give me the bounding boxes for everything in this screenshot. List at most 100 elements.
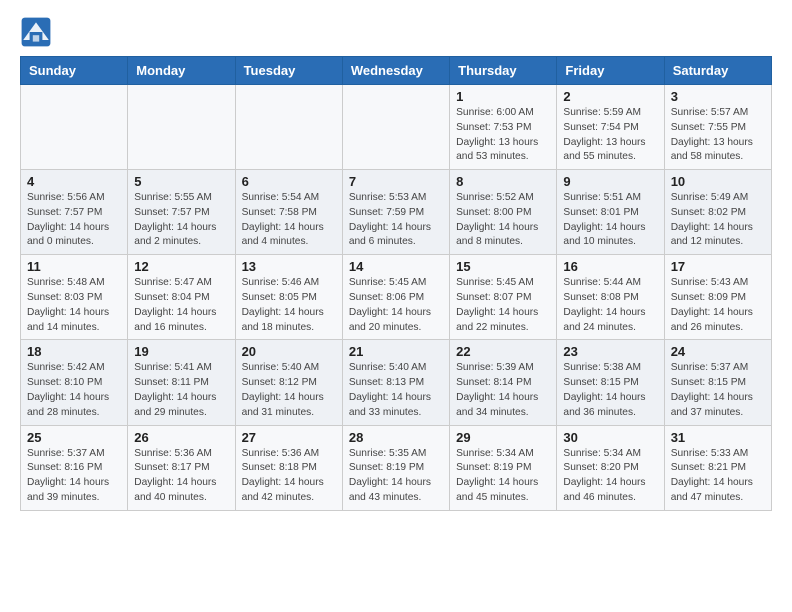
- day-number: 7: [349, 174, 443, 189]
- column-header-sunday: Sunday: [21, 57, 128, 85]
- day-number: 21: [349, 344, 443, 359]
- day-number: 4: [27, 174, 121, 189]
- day-number: 2: [563, 89, 657, 104]
- day-number: 30: [563, 430, 657, 445]
- day-cell: 9Sunrise: 5:51 AM Sunset: 8:01 PM Daylig…: [557, 170, 664, 255]
- day-cell: 6 Sunrise: 5:54 AM Sunset: 7:58 PM Daylig…: [235, 170, 342, 255]
- day-number: 25: [27, 430, 121, 445]
- day-info: Sunrise: 5:54 AM Sunset: 7:58 PM Dayligh…: [242, 191, 336, 250]
- day-cell: 22Sunrise: 5:39 AM Sunset: 8:14 PM Dayli…: [450, 340, 557, 425]
- day-number: 8: [456, 174, 550, 189]
- day-info: Sunrise: 5:36 AM Sunset: 8:17 PM Dayligh…: [134, 447, 228, 506]
- day-info: Sunrise: 5:53 AM Sunset: 7:59 PM Dayligh…: [349, 191, 443, 250]
- day-cell: 5 Sunrise: 5:55 AM Sunset: 7:57 PM Daylig…: [128, 170, 235, 255]
- day-number: 31: [671, 430, 765, 445]
- day-info: Sunrise: 5:43 AM Sunset: 8:09 PM Dayligh…: [671, 276, 765, 335]
- day-info: Sunrise: 5:34 AM Sunset: 8:19 PM Dayligh…: [456, 447, 550, 506]
- day-info: Sunrise: 5:45 AM Sunset: 8:06 PM Dayligh…: [349, 276, 443, 335]
- day-cell: 12 Sunrise: 5:47 AM Sunset: 8:04 PM Dayli…: [128, 255, 235, 340]
- day-cell: 28 Sunrise: 5:35 AM Sunset: 8:19 PM Dayli…: [342, 425, 449, 510]
- day-info: Sunrise: 5:44 AM Sunset: 8:08 PM Dayligh…: [563, 276, 657, 335]
- day-cell: [342, 85, 449, 170]
- column-header-monday: Monday: [128, 57, 235, 85]
- logo: [20, 16, 56, 48]
- day-number: 5: [134, 174, 228, 189]
- day-number: 1: [456, 89, 550, 104]
- day-cell: 20 Sunrise: 5:40 AM Sunset: 8:12 PM Dayli…: [235, 340, 342, 425]
- day-number: 12: [134, 259, 228, 274]
- day-cell: 21 Sunrise: 5:40 AM Sunset: 8:13 PM Dayli…: [342, 340, 449, 425]
- column-header-wednesday: Wednesday: [342, 57, 449, 85]
- day-info: Sunrise: 5:49 AM Sunset: 8:02 PM Dayligh…: [671, 191, 765, 250]
- day-number: 28: [349, 430, 443, 445]
- column-header-tuesday: Tuesday: [235, 57, 342, 85]
- day-info: Sunrise: 5:40 AM Sunset: 8:12 PM Dayligh…: [242, 361, 336, 420]
- day-number: 20: [242, 344, 336, 359]
- day-cell: 19 Sunrise: 5:41 AM Sunset: 8:11 PM Dayli…: [128, 340, 235, 425]
- day-info: Sunrise: 5:37 AM Sunset: 8:16 PM Dayligh…: [27, 447, 121, 506]
- day-number: 11: [27, 259, 121, 274]
- day-number: 24: [671, 344, 765, 359]
- day-cell: [21, 85, 128, 170]
- day-cell: 1Sunrise: 6:00 AM Sunset: 7:53 PM Daylig…: [450, 85, 557, 170]
- day-info: Sunrise: 5:40 AM Sunset: 8:13 PM Dayligh…: [349, 361, 443, 420]
- day-info: Sunrise: 5:52 AM Sunset: 8:00 PM Dayligh…: [456, 191, 550, 250]
- day-info: Sunrise: 5:46 AM Sunset: 8:05 PM Dayligh…: [242, 276, 336, 335]
- day-cell: 16 Sunrise: 5:44 AM Sunset: 8:08 PM Dayli…: [557, 255, 664, 340]
- header: [20, 16, 772, 48]
- day-info: Sunrise: 5:36 AM Sunset: 8:18 PM Dayligh…: [242, 447, 336, 506]
- day-number: 6: [242, 174, 336, 189]
- day-number: 16: [563, 259, 657, 274]
- calendar-header: SundayMondayTuesdayWednesdayThursdayFrid…: [21, 57, 772, 85]
- day-cell: 26Sunrise: 5:36 AM Sunset: 8:17 PM Dayli…: [128, 425, 235, 510]
- day-cell: 29Sunrise: 5:34 AM Sunset: 8:19 PM Dayli…: [450, 425, 557, 510]
- day-number: 18: [27, 344, 121, 359]
- header-row: SundayMondayTuesdayWednesdayThursdayFrid…: [21, 57, 772, 85]
- day-info: Sunrise: 5:41 AM Sunset: 8:11 PM Dayligh…: [134, 361, 228, 420]
- day-cell: 3 Sunrise: 5:57 AM Sunset: 7:55 PM Daylig…: [664, 85, 771, 170]
- day-cell: 2 Sunrise: 5:59 AM Sunset: 7:54 PM Daylig…: [557, 85, 664, 170]
- calendar-table: SundayMondayTuesdayWednesdayThursdayFrid…: [20, 56, 772, 511]
- day-cell: 18Sunrise: 5:42 AM Sunset: 8:10 PM Dayli…: [21, 340, 128, 425]
- day-cell: 14 Sunrise: 5:45 AM Sunset: 8:06 PM Dayli…: [342, 255, 449, 340]
- day-number: 13: [242, 259, 336, 274]
- day-cell: 7 Sunrise: 5:53 AM Sunset: 7:59 PM Daylig…: [342, 170, 449, 255]
- column-header-thursday: Thursday: [450, 57, 557, 85]
- day-info: Sunrise: 5:59 AM Sunset: 7:54 PM Dayligh…: [563, 106, 657, 165]
- day-cell: [235, 85, 342, 170]
- week-row-4: 18Sunrise: 5:42 AM Sunset: 8:10 PM Dayli…: [21, 340, 772, 425]
- day-number: 17: [671, 259, 765, 274]
- day-info: Sunrise: 5:37 AM Sunset: 8:15 PM Dayligh…: [671, 361, 765, 420]
- day-number: 23: [563, 344, 657, 359]
- day-info: Sunrise: 5:56 AM Sunset: 7:57 PM Dayligh…: [27, 191, 121, 250]
- day-info: Sunrise: 5:51 AM Sunset: 8:01 PM Dayligh…: [563, 191, 657, 250]
- day-cell: 30 Sunrise: 5:34 AM Sunset: 8:20 PM Dayli…: [557, 425, 664, 510]
- day-info: Sunrise: 5:47 AM Sunset: 8:04 PM Dayligh…: [134, 276, 228, 335]
- day-cell: 15Sunrise: 5:45 AM Sunset: 8:07 PM Dayli…: [450, 255, 557, 340]
- day-cell: 17 Sunrise: 5:43 AM Sunset: 8:09 PM Dayli…: [664, 255, 771, 340]
- day-cell: 25 Sunrise: 5:37 AM Sunset: 8:16 PM Dayli…: [21, 425, 128, 510]
- day-cell: 11Sunrise: 5:48 AM Sunset: 8:03 PM Dayli…: [21, 255, 128, 340]
- week-row-2: 4 Sunrise: 5:56 AM Sunset: 7:57 PM Daylig…: [21, 170, 772, 255]
- page: SundayMondayTuesdayWednesdayThursdayFrid…: [0, 0, 792, 531]
- day-info: Sunrise: 5:45 AM Sunset: 8:07 PM Dayligh…: [456, 276, 550, 335]
- day-number: 10: [671, 174, 765, 189]
- day-cell: 31 Sunrise: 5:33 AM Sunset: 8:21 PM Dayli…: [664, 425, 771, 510]
- week-row-5: 25 Sunrise: 5:37 AM Sunset: 8:16 PM Dayli…: [21, 425, 772, 510]
- day-info: Sunrise: 5:57 AM Sunset: 7:55 PM Dayligh…: [671, 106, 765, 165]
- day-info: Sunrise: 5:39 AM Sunset: 8:14 PM Dayligh…: [456, 361, 550, 420]
- day-info: Sunrise: 5:34 AM Sunset: 8:20 PM Dayligh…: [563, 447, 657, 506]
- day-cell: 10 Sunrise: 5:49 AM Sunset: 8:02 PM Dayli…: [664, 170, 771, 255]
- day-info: Sunrise: 5:35 AM Sunset: 8:19 PM Dayligh…: [349, 447, 443, 506]
- day-cell: 27Sunrise: 5:36 AM Sunset: 8:18 PM Dayli…: [235, 425, 342, 510]
- day-number: 3: [671, 89, 765, 104]
- day-number: 14: [349, 259, 443, 274]
- column-header-friday: Friday: [557, 57, 664, 85]
- day-cell: 23Sunrise: 5:38 AM Sunset: 8:15 PM Dayli…: [557, 340, 664, 425]
- column-header-saturday: Saturday: [664, 57, 771, 85]
- day-cell: 24 Sunrise: 5:37 AM Sunset: 8:15 PM Dayli…: [664, 340, 771, 425]
- day-info: Sunrise: 5:33 AM Sunset: 8:21 PM Dayligh…: [671, 447, 765, 506]
- day-number: 19: [134, 344, 228, 359]
- week-row-3: 11Sunrise: 5:48 AM Sunset: 8:03 PM Dayli…: [21, 255, 772, 340]
- day-info: Sunrise: 5:55 AM Sunset: 7:57 PM Dayligh…: [134, 191, 228, 250]
